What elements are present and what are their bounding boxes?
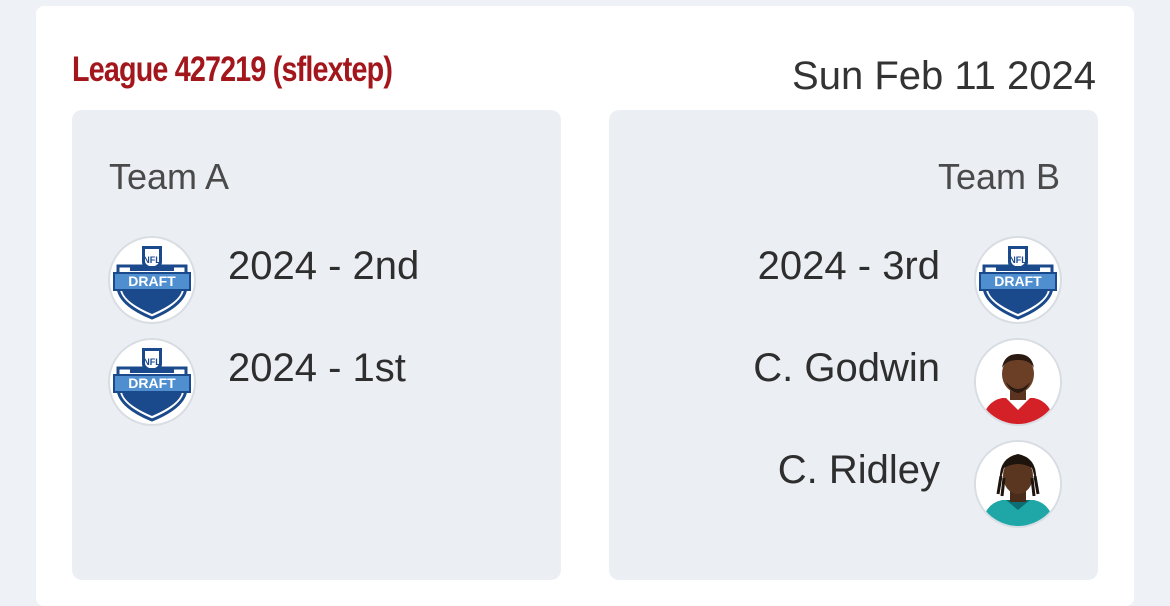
team-b-asset: NFL DRAFT 2024 - 3rd [602,236,1062,324]
team-b-label: Team B [937,156,1060,197]
team-a-asset: NFL DRAFT 2024 - 2nd [108,236,568,324]
team-a-label: Team A [109,156,230,197]
draft-logo-banner-text: DRAFT [128,273,176,289]
player-headshot-icon[interactable] [974,338,1062,426]
team-a-panel: Team A NFL DRAFT 2024 - 2nd NFL DRAFT 20… [72,110,561,580]
asset-label: 2024 - 1st [228,346,406,390]
player-headshot-icon[interactable] [974,440,1062,528]
draft-logo-banner-text: DRAFT [128,375,176,391]
nfl-draft-logo-icon: NFL DRAFT [108,338,196,426]
team-b-asset[interactable]: C. Ridley [602,440,1062,528]
draft-logo-top-text: NFL [1009,255,1027,265]
trade-date: Sun Feb 11 2024 [792,54,1096,98]
team-a-asset: NFL DRAFT 2024 - 1st [108,338,568,426]
draft-logo-top-text: NFL [143,255,161,265]
draft-logo-top-text: NFL [143,357,161,367]
asset-label: 2024 - 3rd [757,244,940,288]
asset-label[interactable]: C. Ridley [778,448,940,493]
nfl-draft-logo-icon: NFL DRAFT [108,236,196,324]
draft-logo-banner-text: DRAFT [994,273,1042,289]
asset-label[interactable]: C. Godwin [753,346,940,391]
nfl-draft-logo-icon: NFL DRAFT [974,236,1062,324]
team-b-asset[interactable]: C. Godwin [602,338,1062,426]
league-title[interactable]: League 427219 (sflextep) [72,50,393,90]
asset-label: 2024 - 2nd [228,244,420,288]
team-b-panel: Team B NFL DRAFT 2024 - 3rd C. Godwin C.… [609,110,1098,580]
